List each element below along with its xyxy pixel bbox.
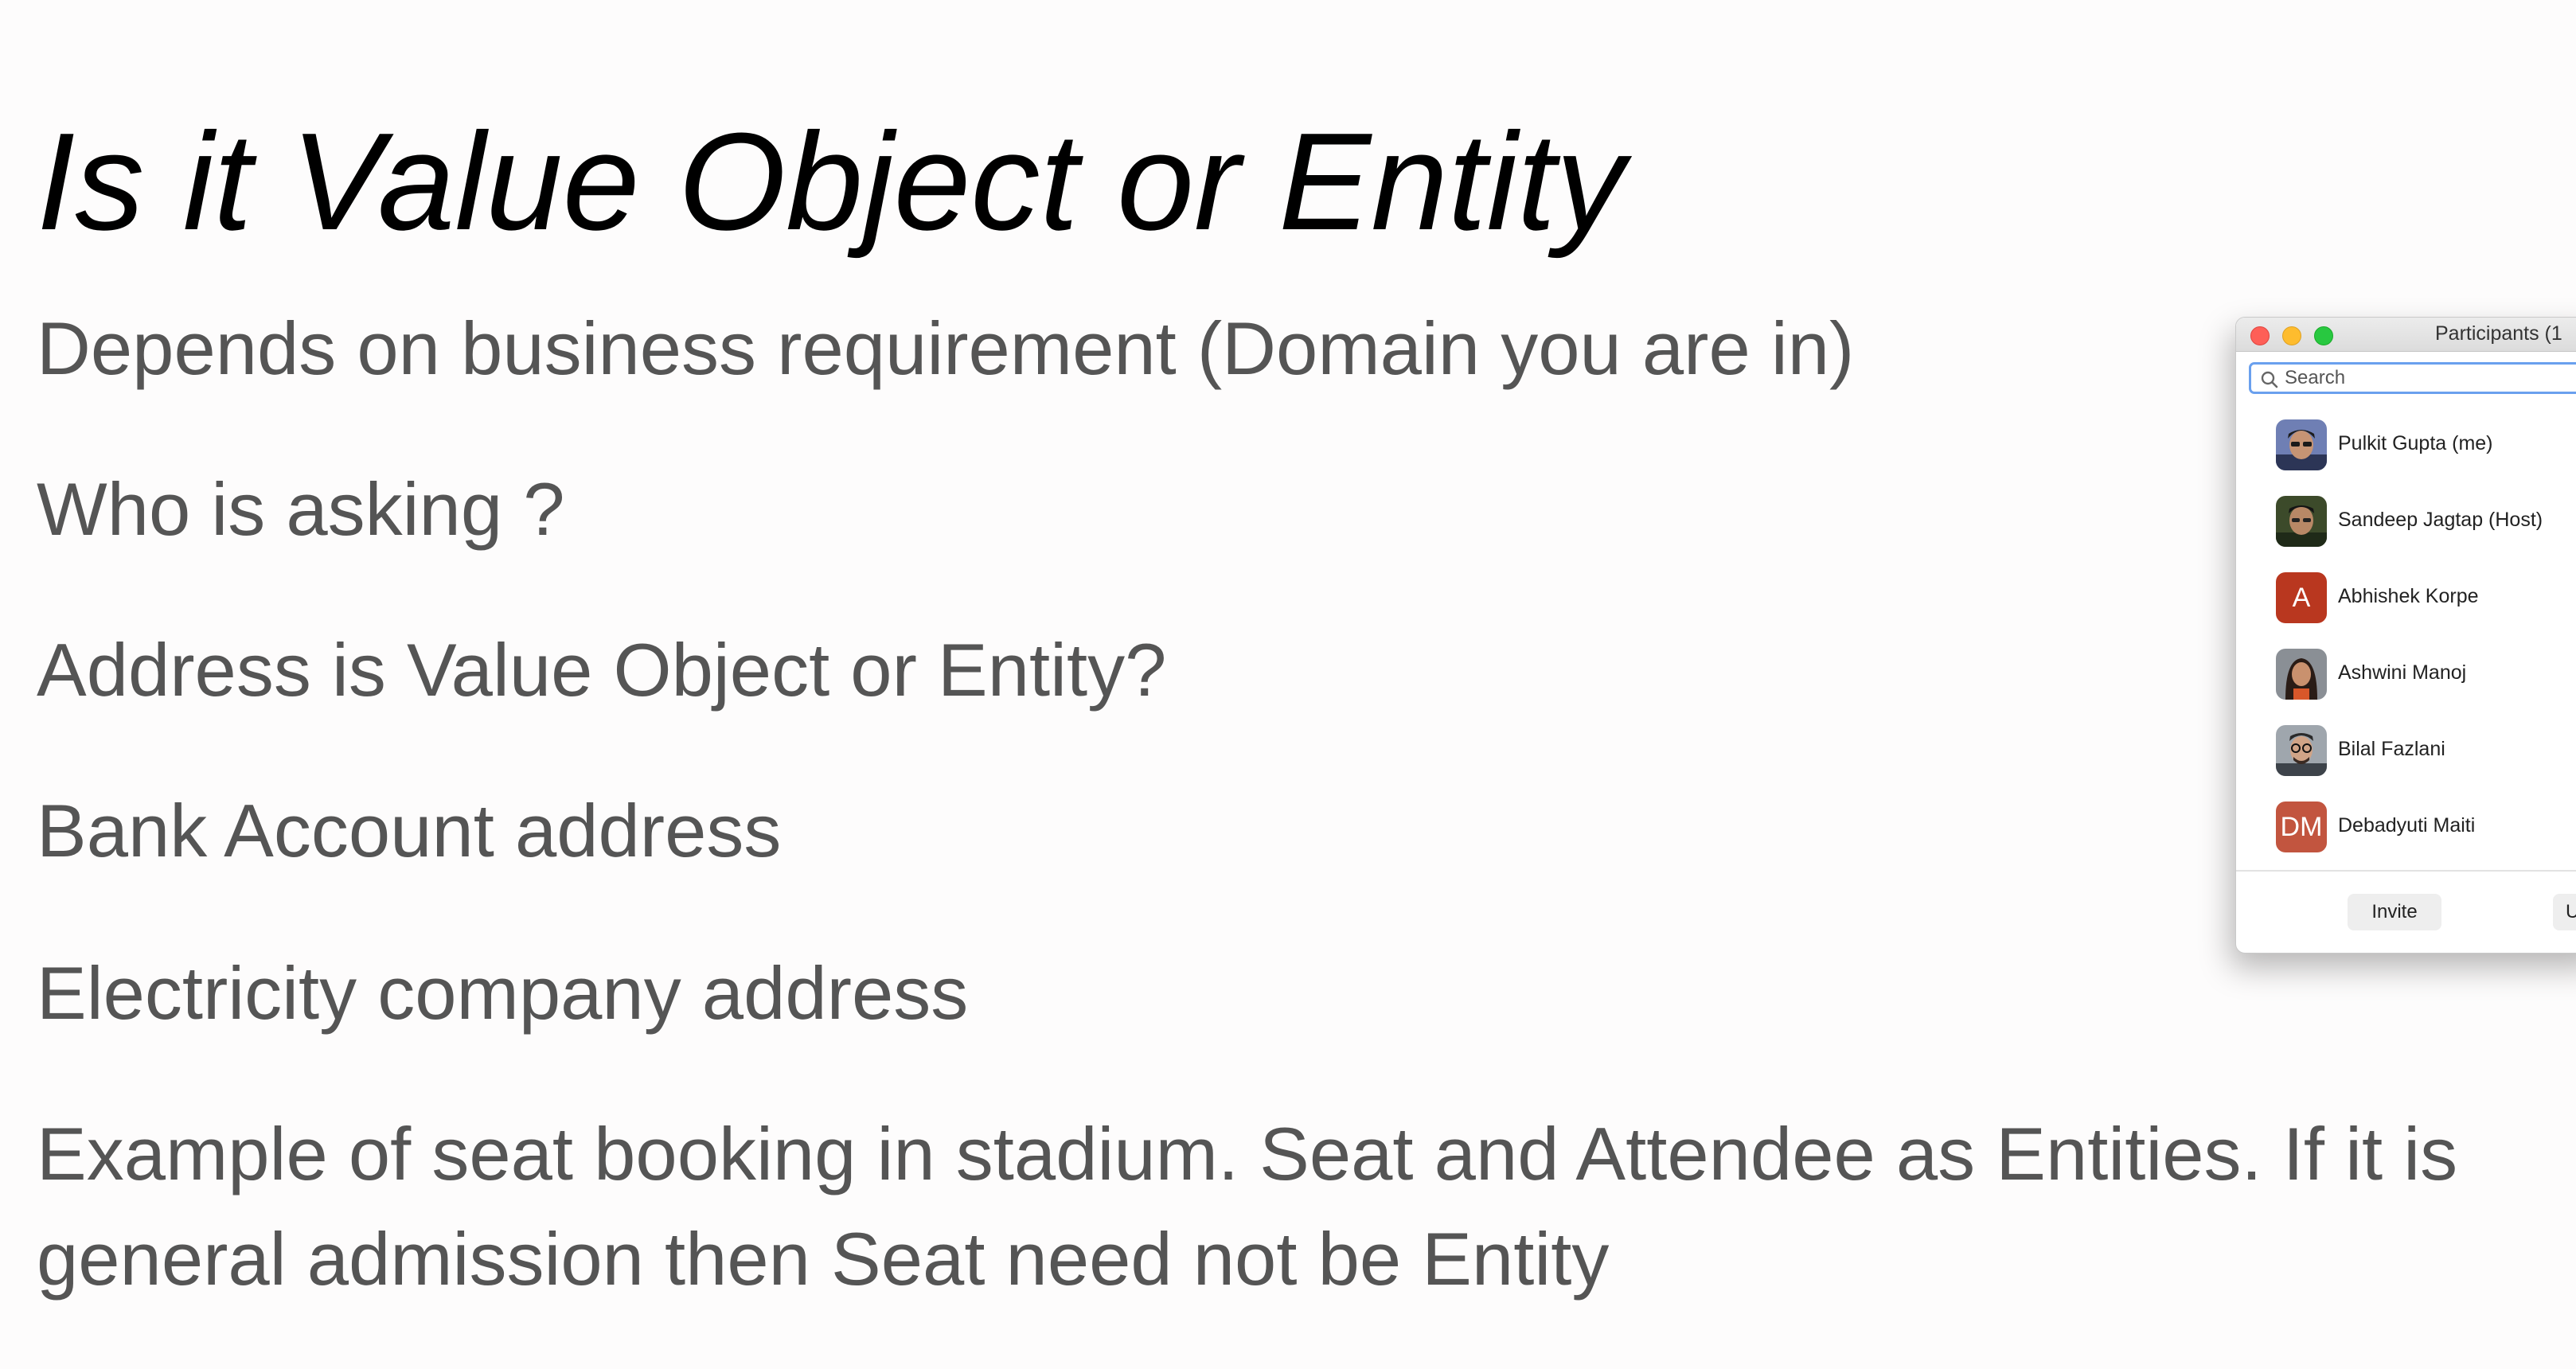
slide-bullet: Bank Account address bbox=[37, 789, 782, 872]
avatar-initials: DM bbox=[2280, 812, 2323, 842]
slide-bullet: Electricity company address bbox=[37, 951, 969, 1035]
invite-button[interactable]: Invite bbox=[2348, 894, 2441, 930]
participant-row[interactable]: Sandeep Jagtap (Host) bbox=[2236, 482, 2576, 558]
avatar: A bbox=[2276, 572, 2327, 623]
avatar bbox=[2276, 649, 2327, 700]
footer-button[interactable]: U bbox=[2553, 894, 2576, 930]
slide-title: Is it Value Object or Entity bbox=[37, 103, 1626, 259]
participant-name: Bilal Fazlani bbox=[2338, 738, 2445, 760]
slide-bullet: Address is Value Object or Entity? bbox=[37, 628, 1167, 712]
avatar bbox=[2276, 419, 2327, 470]
avatar bbox=[2276, 725, 2327, 776]
divider bbox=[2236, 870, 2576, 872]
participant-name: Abhishek Korpe bbox=[2338, 585, 2479, 607]
participant-name: Sandeep Jagtap (Host) bbox=[2338, 509, 2543, 531]
window-zoom-button[interactable] bbox=[2314, 326, 2333, 345]
participant-list: Pulkit Gupta (me) Sandeep Jagtap (Host) … bbox=[2236, 405, 2576, 864]
window-close-button[interactable] bbox=[2250, 326, 2270, 345]
avatar: DM bbox=[2276, 802, 2327, 852]
participants-window: Participants (1 Pulkit Gupta (me) bbox=[2235, 317, 2576, 954]
window-titlebar[interactable]: Participants (1 bbox=[2236, 318, 2576, 352]
avatar bbox=[2276, 496, 2327, 547]
presentation-slide: Is it Value Object or Entity Depends on … bbox=[0, 0, 2576, 1369]
window-title: Participants (1 bbox=[2435, 322, 2562, 345]
search-box[interactable] bbox=[2249, 362, 2576, 394]
participant-row[interactable]: DM Debadyuti Maiti bbox=[2236, 787, 2576, 864]
slide-bullet: Depends on business requirement (Domain … bbox=[37, 306, 1855, 390]
participant-row[interactable]: A Abhishek Korpe bbox=[2236, 558, 2576, 634]
participant-name: Ashwini Manoj bbox=[2338, 661, 2467, 684]
window-minimize-button[interactable] bbox=[2282, 326, 2301, 345]
participant-row[interactable]: Bilal Fazlani bbox=[2236, 711, 2576, 787]
participant-name: Pulkit Gupta (me) bbox=[2338, 432, 2493, 454]
slide-bullet: Who is asking ? bbox=[37, 467, 565, 551]
search-input[interactable] bbox=[2285, 366, 2576, 390]
participant-row[interactable]: Pulkit Gupta (me) bbox=[2236, 405, 2576, 482]
participant-name: Debadyuti Maiti bbox=[2338, 814, 2476, 837]
search-icon bbox=[2261, 371, 2278, 388]
slide-bullet: Example of seat booking in stadium. Seat… bbox=[37, 1112, 2458, 1301]
avatar-initials: A bbox=[2292, 583, 2311, 613]
participant-row[interactable]: Ashwini Manoj bbox=[2236, 634, 2576, 711]
